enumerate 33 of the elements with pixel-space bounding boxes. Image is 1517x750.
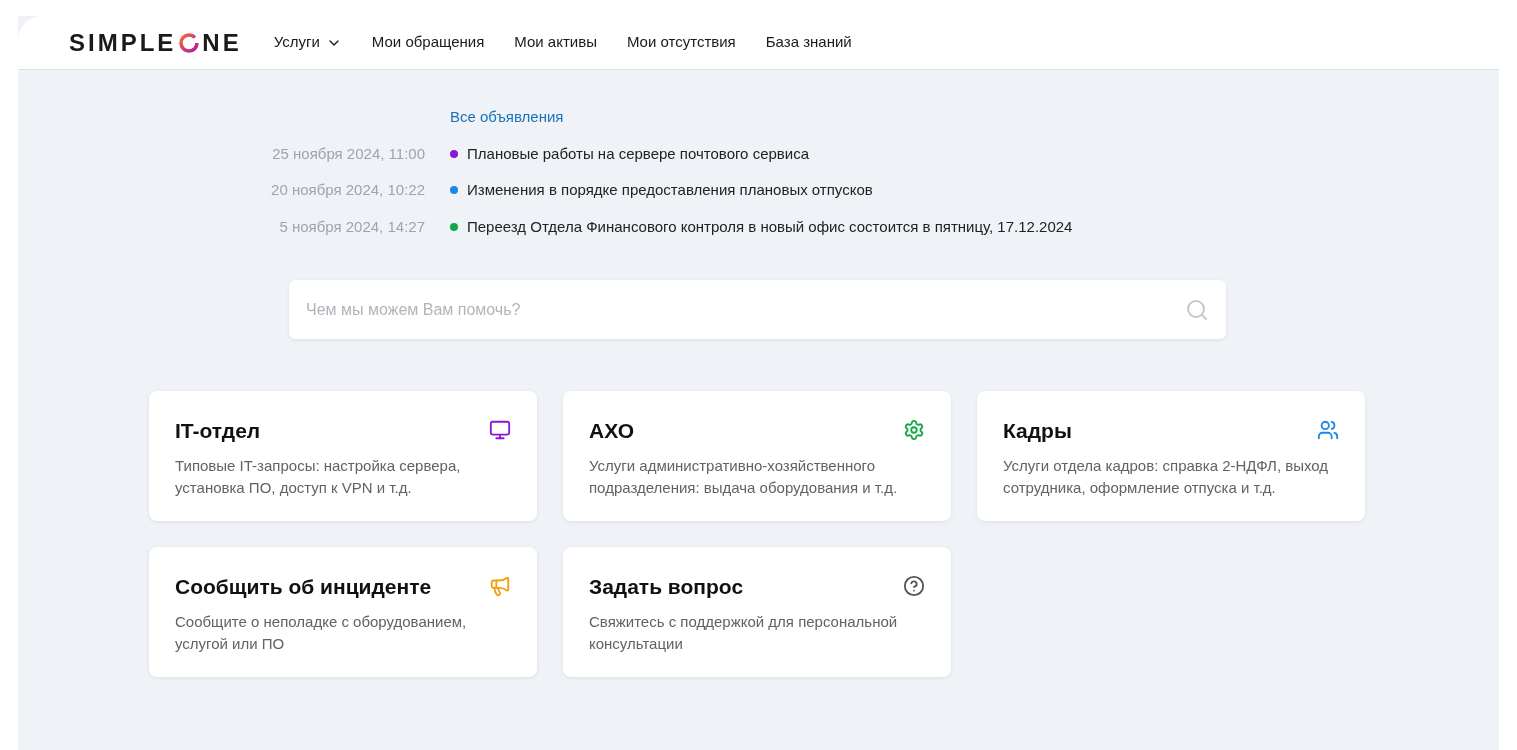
announcement-link[interactable]: Переезд Отдела Финансового контроля в новый офис состоится в пятницу, 17.12.2024 — [467, 215, 1073, 238]
search-icon — [1185, 297, 1209, 322]
card-title: IT-отдел — [175, 418, 261, 444]
card-title: Сообщить об инциденте — [175, 574, 432, 600]
card-description: Типовые IT-запросы: настройка сервера, установка ПО, доступ к VPN и т.д. — [175, 455, 462, 498]
all-announcements-link[interactable]: Все объявления — [450, 106, 1499, 129]
nav-link[interactable]: Мои обращения — [371, 31, 485, 54]
search-input[interactable]: Чем мы можем Вам помочь? — [306, 297, 1185, 322]
service-card[interactable]: АХО Услуги административно-хозяйственного подразделения: выдача оборудования и т.д. — [563, 391, 951, 521]
logo-text: NE — [202, 27, 242, 58]
nav-link[interactable]: База знаний — [765, 31, 852, 54]
announcement-link[interactable]: Плановые работы на сервере почтового сервиса — [467, 142, 809, 165]
nav-link[interactable]: Мои отсутствия — [626, 31, 736, 54]
nav-link[interactable]: Мои активы — [514, 31, 597, 54]
search-field[interactable]: Чем мы можем Вам помочь? — [289, 280, 1226, 339]
card-description: Сообщите о неполадке с оборудованием, услугой или ПО — [175, 611, 468, 654]
card-description: Услуги отдела кадров: справка 2-НДФЛ, выход сотрудника, оформление отпуска и т.д. — [1003, 455, 1330, 498]
card-description: Свяжитесь с поддержкой для персональной консультации — [589, 611, 899, 654]
service-card[interactable]: Сообщить об инциденте Сообщите о неполадке с оборудованием, услугой или ПО — [149, 547, 537, 677]
nav-link[interactable]: Услуги — [273, 31, 342, 54]
logo-text: SIMPLE — [69, 27, 177, 58]
announcement-date: 5 ноября 2024, 14:27 — [278, 216, 425, 237]
announcement-date: 25 ноября 2024, 11:00 — [271, 143, 425, 164]
logo-ring-icon — [179, 31, 200, 54]
card-title: АХО — [589, 418, 634, 444]
announcement-link[interactable]: Изменения в порядке предоставления плановых отпусков — [467, 179, 873, 202]
card-description: Услуги административно-хозяйственного подразделения: выдача оборудования и т.д. — [589, 455, 899, 498]
service-card[interactable]: Кадры Услуги отдела кадров: справка 2-НДФЛ, выход сотрудника, оформление отпуска и т.д. — [977, 391, 1365, 521]
service-card[interactable]: Задать вопрос Свяжитесь с поддержкой для персональной консультации — [563, 547, 951, 677]
card-title: Кадры — [1003, 418, 1072, 444]
card-title: Задать вопрос — [589, 574, 744, 600]
service-card[interactable]: IT-отдел Типовые IT-запросы: настройка сервера, установка ПО, доступ к VPN и т.д. — [149, 391, 537, 521]
announcement-date: 20 ноября 2024, 10:22 — [270, 180, 425, 200]
